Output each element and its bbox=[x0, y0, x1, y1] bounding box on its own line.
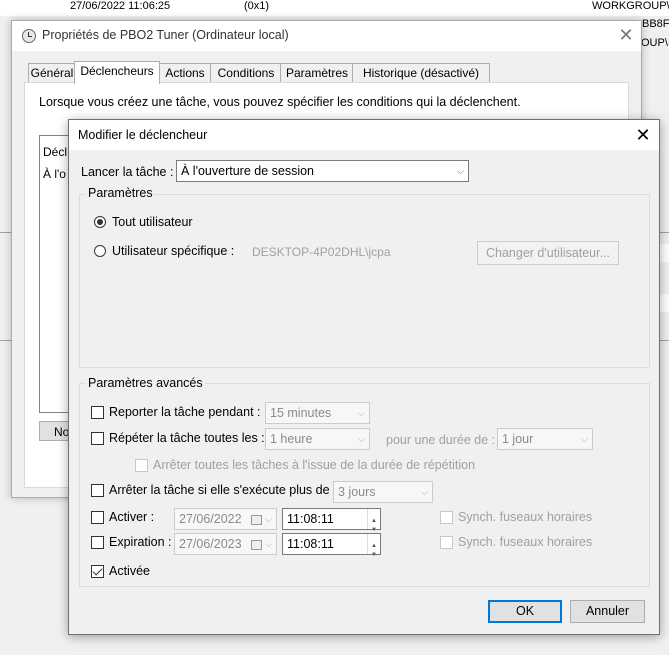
triggers-list-row[interactable]: À l'o bbox=[43, 167, 66, 181]
bg-row-time: 27/06/2022 11:06:25 bbox=[70, 0, 171, 12]
outer-dialog-title: Propriétés de PBO2 Tuner (Ordinateur loc… bbox=[42, 28, 289, 42]
activate-date-picker[interactable]: 27/06/2022 ⌵ bbox=[174, 508, 277, 530]
expiration-date-value: 27/06/2023 bbox=[179, 537, 242, 551]
activate-time-input[interactable]: 11:08:11 ▲ ▼ bbox=[282, 508, 381, 533]
chevron-down-icon: ⌵ bbox=[358, 434, 365, 444]
delay-label[interactable]: Reporter la tâche pendant : bbox=[109, 405, 261, 419]
stop-if-select[interactable]: 3 jours ⌵ bbox=[333, 481, 433, 503]
any-user-radio[interactable] bbox=[94, 216, 106, 228]
chevron-down-icon: ⌵ bbox=[265, 514, 272, 524]
repeat-label[interactable]: Répéter la tâche toutes les : bbox=[109, 431, 265, 445]
stop-all-label: Arrêter toutes les tâches à l'issue de l… bbox=[153, 458, 476, 472]
chevron-down-icon: ⌵ bbox=[581, 434, 588, 444]
expiration-sync-label: Synch. fuseaux horaires bbox=[458, 535, 593, 549]
duration-select-value: 1 jour bbox=[502, 432, 534, 446]
triggers-list-header: Décl bbox=[43, 145, 68, 159]
parameters-group-title: Paramètres bbox=[86, 186, 155, 200]
stop-if-label[interactable]: Arrêter la tâche si elle s'exécute plus … bbox=[109, 483, 337, 497]
any-user-label[interactable]: Tout utilisateur bbox=[112, 215, 193, 229]
cancel-button[interactable]: Annuler bbox=[570, 600, 645, 623]
expiration-time-input[interactable]: 11:08:11 ▲ ▼ bbox=[282, 533, 381, 558]
repeat-select[interactable]: 1 heure ⌵ bbox=[265, 428, 370, 450]
expiration-time-value: 11:08:11 bbox=[287, 537, 334, 551]
duration-select[interactable]: 1 jour ⌵ bbox=[497, 428, 593, 450]
repeat-select-value: 1 heure bbox=[270, 432, 313, 446]
chevron-down-icon: ⌵ bbox=[358, 408, 365, 418]
activate-label[interactable]: Activer : bbox=[109, 510, 154, 524]
chevron-down-icon: ⌵ bbox=[457, 166, 464, 176]
specific-user-label[interactable]: Utilisateur spécifique : bbox=[112, 244, 234, 258]
specific-user-radio[interactable] bbox=[94, 245, 106, 257]
stop-if-select-value: 3 jours bbox=[338, 485, 376, 499]
bg-row-code: (0x1) bbox=[244, 0, 270, 12]
edit-trigger-dialog: Modifier le déclencheur ✕ Lancer la tâch… bbox=[68, 119, 660, 635]
chevron-down-icon: ⌵ bbox=[265, 539, 272, 549]
launch-select-value: À l'ouverture de session bbox=[181, 164, 315, 178]
stop-if-checkbox[interactable] bbox=[91, 484, 104, 497]
tab-settings[interactable]: Paramètres bbox=[280, 63, 354, 83]
time-spinner-icon[interactable]: ▲ ▼ bbox=[367, 509, 380, 533]
outer-title-bar: Propriétés de PBO2 Tuner (Ordinateur loc… bbox=[12, 21, 641, 51]
stop-all-checkbox[interactable] bbox=[135, 459, 148, 472]
repeat-checkbox[interactable] bbox=[91, 432, 104, 445]
outer-close-icon[interactable]: ✕ bbox=[614, 23, 638, 47]
calendar-icon bbox=[251, 515, 262, 525]
activate-checkbox[interactable] bbox=[91, 511, 104, 524]
enabled-checkbox[interactable] bbox=[91, 565, 104, 578]
ok-button[interactable]: OK bbox=[488, 600, 562, 623]
advanced-group-title: Paramètres avancés bbox=[86, 376, 205, 390]
time-spinner-icon[interactable]: ▲ ▼ bbox=[367, 534, 380, 558]
clock-icon bbox=[22, 29, 36, 43]
chevron-down-icon: ⌵ bbox=[421, 487, 428, 497]
modal-title-bar: Modifier le déclencheur ✕ bbox=[69, 120, 659, 150]
enabled-label[interactable]: Activée bbox=[109, 564, 150, 578]
modal-title: Modifier le déclencheur bbox=[78, 128, 208, 142]
specific-user-value: DESKTOP-4P02DHL\jcpa bbox=[252, 245, 391, 259]
bg-side-fragment-2: OUP\ bbox=[641, 37, 668, 49]
duration-label: pour une durée de : bbox=[386, 433, 496, 447]
modal-close-icon[interactable]: ✕ bbox=[631, 123, 655, 147]
tab-history[interactable]: Historique (désactivé) bbox=[352, 63, 490, 83]
delay-select-value: 15 minutes bbox=[270, 406, 332, 420]
activate-time-value: 11:08:11 bbox=[287, 512, 334, 526]
delay-select[interactable]: 15 minutes ⌵ bbox=[265, 402, 370, 424]
launch-label: Lancer la tâche : bbox=[81, 165, 174, 179]
calendar-icon bbox=[251, 540, 262, 550]
bg-row-user: WORKGROUP\ bbox=[592, 0, 669, 12]
bg-side-fragment-1: BB8F4 bbox=[642, 18, 669, 30]
expiration-sync-checkbox[interactable] bbox=[440, 536, 453, 549]
tab-conditions[interactable]: Conditions bbox=[210, 63, 282, 83]
triggers-description: Lorsque vous créez une tâche, vous pouve… bbox=[39, 95, 521, 109]
launch-select[interactable]: À l'ouverture de session ⌵ bbox=[176, 160, 469, 182]
change-user-button[interactable]: Changer d'utilisateur... bbox=[477, 241, 619, 265]
activate-sync-label: Synch. fuseaux horaires bbox=[458, 510, 593, 524]
tab-triggers[interactable]: Déclencheurs bbox=[74, 61, 160, 84]
expiration-label[interactable]: Expiration : bbox=[109, 535, 172, 549]
expiration-date-picker[interactable]: 27/06/2023 ⌵ bbox=[174, 533, 277, 555]
activate-date-value: 27/06/2022 bbox=[179, 512, 242, 526]
tab-general[interactable]: Général bbox=[28, 63, 76, 83]
activate-sync-checkbox[interactable] bbox=[440, 511, 453, 524]
delay-checkbox[interactable] bbox=[91, 406, 104, 419]
expiration-checkbox[interactable] bbox=[91, 536, 104, 549]
tab-actions[interactable]: Actions bbox=[158, 63, 212, 83]
